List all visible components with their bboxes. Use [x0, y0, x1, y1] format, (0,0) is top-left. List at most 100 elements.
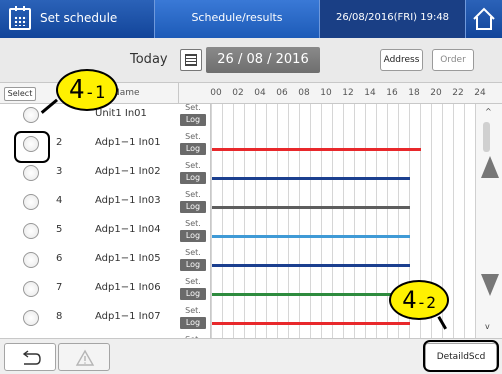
set-label: Set. [185, 132, 201, 141]
schedule-timeline[interactable] [210, 187, 474, 217]
current-datetime: 26/08/2016(FRI) 19:48 [320, 0, 466, 38]
table-row[interactable]: 2 Adp1−1 In01 Set. Log [0, 129, 475, 159]
log-label: Log [180, 317, 206, 329]
hour-label: 16 [386, 88, 398, 98]
tab-schedule-results[interactable]: Schedule/results [154, 0, 320, 38]
set-log-toggle[interactable]: Set. Log [180, 189, 206, 213]
hour-label: 08 [298, 88, 310, 98]
set-log-toggle[interactable]: Set. Log [180, 131, 206, 155]
hour-label: 00 [210, 88, 222, 98]
schedule-bar [212, 148, 421, 151]
unit-name: Adp1−1 In01 [95, 137, 161, 148]
row-number: 5 [56, 224, 63, 235]
detail-highlight-box [423, 340, 499, 372]
schedule-timeline[interactable] [210, 245, 474, 275]
set-log-toggle[interactable]: Set. Log [180, 104, 206, 126]
row-number: 8 [56, 311, 63, 322]
row-radio-button[interactable] [23, 223, 39, 239]
back-arrow-icon [22, 350, 41, 365]
select-button[interactable]: Select [4, 87, 36, 101]
schedule-bar [212, 206, 410, 209]
set-log-toggle[interactable]: Set. Log [180, 247, 206, 271]
scroll-up-small-icon[interactable]: ^ [485, 107, 492, 116]
hour-label: 10 [320, 88, 332, 98]
hour-label: 02 [232, 88, 244, 98]
unit-name: Adp1−1 In04 [95, 224, 161, 235]
callout-4-1: 4-1 [56, 69, 118, 111]
screen-title: Set schedule [40, 11, 118, 25]
calendar-grid-icon [185, 54, 197, 66]
unit-name: Adp1−1 In07 [95, 311, 161, 322]
title-bar: Set schedule Schedule/results 26/08/2016… [0, 0, 502, 38]
today-label: Today [130, 52, 168, 67]
page-down-icon[interactable] [481, 274, 499, 296]
set-label: Set. [185, 248, 201, 257]
log-label: Log [180, 143, 206, 155]
hour-label: 18 [408, 88, 420, 98]
datetime-text: 26/08/2016(FRI) 19:48 [335, 12, 450, 23]
log-label: Log [180, 172, 206, 184]
home-icon[interactable] [471, 6, 497, 32]
schedule-timeline[interactable] [210, 129, 474, 159]
set-log-toggle[interactable]: Set. Log [180, 305, 206, 329]
log-label: Log [180, 114, 206, 126]
address-button[interactable]: Address [380, 49, 423, 71]
set-label: Set. [185, 306, 201, 315]
set-log-toggle[interactable]: Set. Log [180, 218, 206, 242]
hour-label: 12 [342, 88, 354, 98]
schedule-bar [212, 264, 410, 267]
order-button[interactable]: Order [432, 49, 474, 71]
schedule-timeline[interactable] [210, 158, 474, 188]
table-row[interactable]: 3 Adp1−1 In02 Set. Log [0, 158, 475, 188]
row-radio-button[interactable] [23, 107, 39, 123]
unit-name: Adp1−1 In03 [95, 195, 161, 206]
schedule-timeline[interactable] [210, 216, 474, 246]
warning-button[interactable] [58, 343, 110, 371]
hour-label: 24 [474, 88, 486, 98]
hour-label: 22 [452, 88, 464, 98]
set-log-toggle[interactable]: Set. Log [180, 160, 206, 184]
page-up-icon[interactable] [481, 156, 499, 178]
log-label: Log [180, 201, 206, 213]
back-button[interactable] [4, 343, 56, 371]
warning-icon [75, 349, 95, 366]
table-row[interactable]: 6 Adp1−1 In05 Set. Log [0, 245, 475, 275]
row-radio-button[interactable] [23, 281, 39, 297]
row-radio-button[interactable] [23, 165, 39, 181]
radio-highlight-box [14, 131, 50, 163]
row-number: 7 [56, 282, 63, 293]
date-display[interactable]: 26 / 08 / 2016 [206, 47, 320, 73]
row-number: 4 [56, 195, 63, 206]
row-radio-button[interactable] [23, 194, 39, 210]
header-divider [178, 83, 179, 105]
table-row[interactable]: 4 Adp1−1 In03 Set. Log [0, 187, 475, 217]
set-label: Set. [185, 190, 201, 199]
row-number: 3 [56, 166, 63, 177]
schedule-timeline[interactable] [210, 104, 474, 130]
calendar-icon [9, 6, 31, 30]
scroll-down-small-icon[interactable]: v [485, 322, 490, 331]
unit-name: Adp1−1 In05 [95, 253, 161, 264]
hour-label: 06 [276, 88, 288, 98]
callout-4-2: 4-2 [389, 280, 449, 320]
set-label: Set. [185, 277, 201, 286]
log-label: Log [180, 259, 206, 271]
hour-label: 04 [254, 88, 266, 98]
unit-name: Adp1−1 In06 [95, 282, 161, 293]
scrollbar-thumb[interactable] [483, 122, 490, 152]
set-log-toggle[interactable]: Set. Log [180, 276, 206, 300]
scroll-panel: ^ v [475, 104, 502, 338]
schedule-bar [212, 322, 410, 325]
row-radio-button[interactable] [23, 252, 39, 268]
unit-name: Unit1 In01 [95, 108, 147, 119]
row-radio-button[interactable] [23, 310, 39, 326]
log-label: Log [180, 288, 206, 300]
unit-name: Adp1−1 In02 [95, 166, 161, 177]
hour-label: 20 [430, 88, 442, 98]
table-row[interactable]: 5 Adp1−1 In04 Set. Log [0, 216, 475, 246]
log-label: Log [180, 230, 206, 242]
set-label: Set. [185, 161, 201, 170]
schedule-bar [212, 177, 410, 180]
calendar-picker-button[interactable] [180, 49, 202, 71]
tab-label: Schedule/results [191, 11, 283, 24]
